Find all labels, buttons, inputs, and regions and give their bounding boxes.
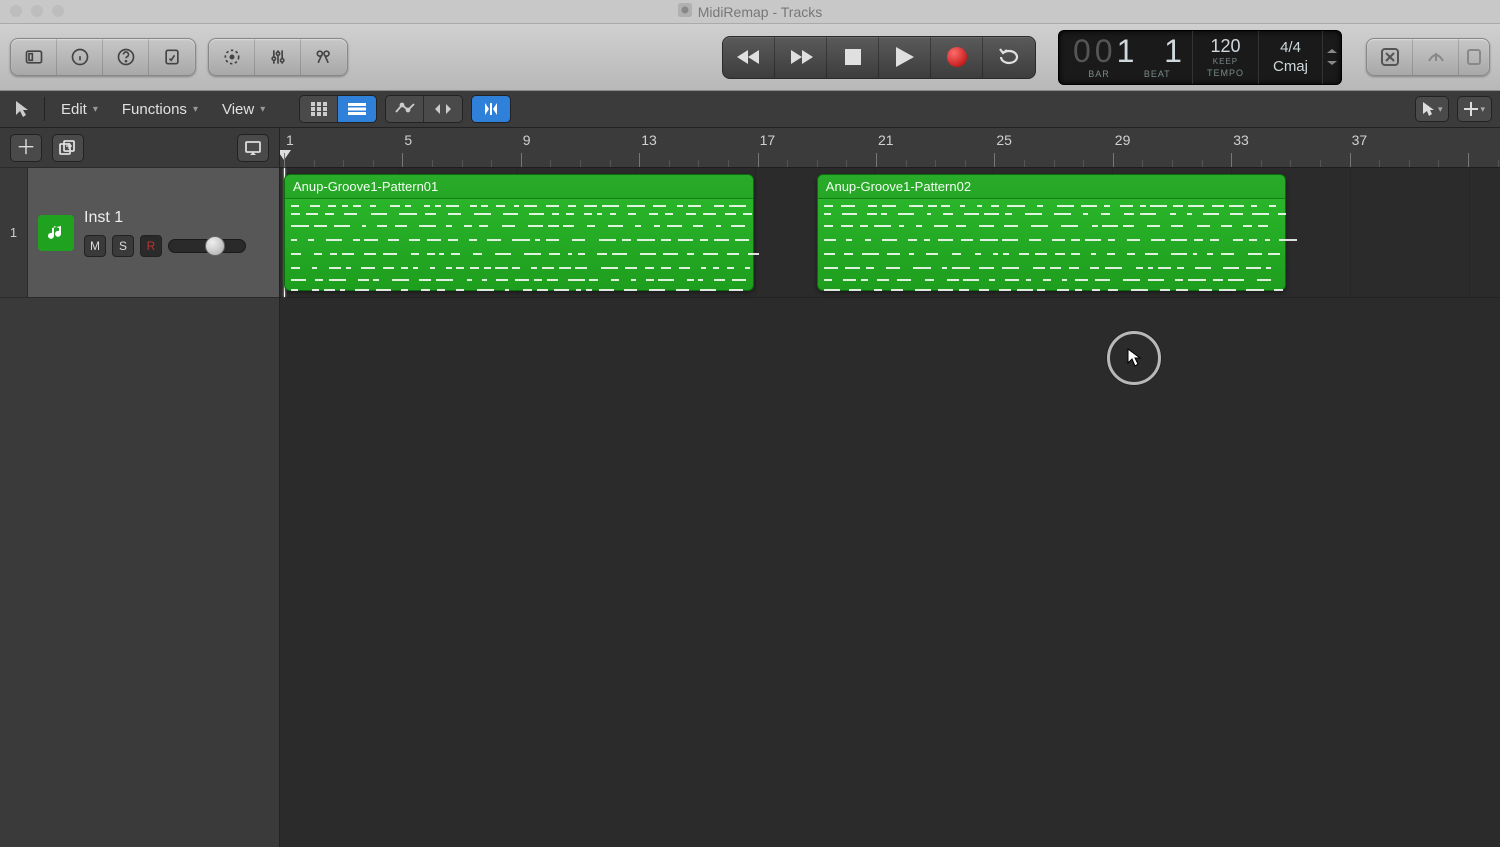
- track-name[interactable]: Inst 1: [84, 209, 246, 227]
- window-controls[interactable]: [10, 5, 64, 17]
- midi-region[interactable]: Anup-Groove1-Pattern01: [284, 174, 754, 291]
- ruler-bar-number: 29: [1115, 132, 1131, 148]
- tracks-toolbar: Edit▾ Functions▾ View▾ ▾ ▾: [0, 91, 1500, 128]
- chevron-down-icon: ▾: [93, 104, 98, 115]
- track-lane[interactable]: Anup-Groove1-Pattern01 Anup-Groove1-Patte…: [280, 168, 1500, 298]
- flex-button[interactable]: [424, 96, 462, 122]
- minimize-window-icon[interactable]: [31, 5, 43, 17]
- region-notes-preview: [822, 201, 1282, 286]
- editors-button[interactable]: [301, 39, 347, 75]
- forward-button[interactable]: [775, 37, 827, 78]
- region-title: Anup-Groove1-Pattern01: [285, 175, 753, 199]
- cmd-click-tool[interactable]: ▾: [1457, 96, 1492, 122]
- toolbar-close-button[interactable]: [1367, 39, 1413, 75]
- chevron-down-icon: ▾: [260, 104, 265, 115]
- click-indicator: [1107, 331, 1161, 385]
- ruler-bar-number: 13: [641, 132, 657, 148]
- ruler-bar-number: 21: [878, 132, 894, 148]
- inspector-button[interactable]: [57, 39, 103, 75]
- workspace: ＋ 1 Inst 1 M S R: [0, 128, 1500, 847]
- volume-slider[interactable]: [168, 239, 246, 253]
- add-track-button[interactable]: ＋: [10, 134, 42, 162]
- track-row[interactable]: 1 Inst 1 M S R: [0, 168, 279, 298]
- mixer-button[interactable]: [255, 39, 301, 75]
- stop-button[interactable]: [827, 37, 879, 78]
- record-icon: [947, 47, 967, 67]
- lcd-settings-chevron[interactable]: [1323, 31, 1341, 84]
- ruler-bar-number: 37: [1352, 132, 1368, 148]
- volume-thumb[interactable]: [205, 236, 225, 256]
- empty-arrange-area[interactable]: [280, 298, 1500, 847]
- left-click-tool[interactable]: ▾: [1415, 96, 1450, 122]
- catch-playhead-button[interactable]: [472, 96, 510, 122]
- midi-region[interactable]: Anup-Groove1-Pattern02: [817, 174, 1287, 291]
- lcd-timesig-value[interactable]: 4/4: [1280, 40, 1301, 55]
- app-title-icon: [678, 3, 692, 20]
- region-title: Anup-Groove1-Pattern02: [818, 175, 1286, 199]
- cycle-button[interactable]: [983, 37, 1035, 78]
- track-list-panel: ＋ 1 Inst 1 M S R: [0, 128, 280, 847]
- lcd-tempo-value[interactable]: 120: [1210, 37, 1240, 55]
- region-notes-preview: [289, 201, 749, 286]
- record-enable-button[interactable]: R: [140, 235, 162, 257]
- lcd-tempo-label: TEMPO: [1207, 68, 1244, 78]
- lcd-bar-label: BAR: [1088, 69, 1110, 79]
- lcd-beat-label: BEAT: [1144, 69, 1171, 79]
- main-toolbar: 001 1 BARBEAT 120 KEEP TEMPO 4/4 Cmaj: [0, 24, 1500, 91]
- arrange-area[interactable]: 1 5 9 13 17 21 25 29 33 37 Anup-Groove1-Pattern01…: [280, 128, 1500, 847]
- ruler-bar-number: 33: [1233, 132, 1249, 148]
- track-list-header: ＋: [0, 128, 279, 168]
- play-button[interactable]: [879, 37, 931, 78]
- lcd-display[interactable]: 001 1 BARBEAT 120 KEEP TEMPO 4/4 Cmaj: [1058, 30, 1342, 85]
- lcd-bar-prefix: 00: [1073, 33, 1117, 69]
- solo-button[interactable]: S: [112, 235, 134, 257]
- cursor-arrow-icon: [1126, 348, 1142, 368]
- view-buttons: [208, 38, 348, 76]
- ruler-bar-number: 25: [996, 132, 1012, 148]
- lcd-beat-value[interactable]: 1: [1164, 33, 1186, 69]
- close-window-icon[interactable]: [10, 5, 22, 17]
- quick-help-button[interactable]: [103, 39, 149, 75]
- window-title-bar: MidiRemap - Tracks: [0, 0, 1500, 24]
- lcd-key-value[interactable]: Cmaj: [1273, 59, 1308, 74]
- view-mode-segment: [299, 95, 377, 123]
- rewind-button[interactable]: [723, 37, 775, 78]
- zoom-window-icon[interactable]: [52, 5, 64, 17]
- transport-controls: [722, 36, 1036, 79]
- left-panel-buttons: [10, 38, 196, 76]
- mute-button[interactable]: M: [84, 235, 106, 257]
- bar-ruler[interactable]: 1 5 9 13 17 21 25 29 33 37: [280, 128, 1500, 168]
- grid-view-button[interactable]: [300, 96, 338, 122]
- track-list-empty-area[interactable]: [0, 298, 279, 847]
- instrument-icon[interactable]: [38, 215, 74, 251]
- ruler-bar-number: 17: [760, 132, 776, 148]
- chevron-down-icon: ▾: [1438, 104, 1443, 115]
- automation-segment: [385, 95, 463, 123]
- arrow-tool-toggle[interactable]: [8, 96, 36, 122]
- smart-controls-button[interactable]: [209, 39, 255, 75]
- ruler-bar-number: 1: [286, 132, 294, 148]
- edit-menu[interactable]: Edit▾: [53, 97, 106, 122]
- duplicate-track-button[interactable]: [52, 134, 84, 162]
- functions-menu[interactable]: Functions▾: [114, 97, 206, 122]
- list-view-button[interactable]: [338, 96, 376, 122]
- lcd-bar-value[interactable]: 1: [1117, 33, 1139, 69]
- playhead-marker[interactable]: [280, 150, 291, 160]
- toolbar-tuner-button[interactable]: [1413, 39, 1459, 75]
- view-menu[interactable]: View▾: [214, 97, 273, 122]
- ruler-bar-number: 9: [523, 132, 531, 148]
- chevron-down-icon: ▾: [193, 104, 198, 115]
- chevron-down-icon: ▾: [1480, 104, 1485, 115]
- lcd-tempo-mode[interactable]: KEEP: [1213, 57, 1238, 66]
- automation-button[interactable]: [386, 96, 424, 122]
- window-title: MidiRemap - Tracks: [698, 4, 822, 20]
- catch-segment: [471, 95, 511, 123]
- ruler-bar-number: 5: [404, 132, 412, 148]
- global-tracks-button[interactable]: [237, 134, 269, 162]
- library-button[interactable]: [11, 39, 57, 75]
- record-button[interactable]: [931, 37, 983, 78]
- toolbar-more-button[interactable]: [1459, 39, 1489, 75]
- notepad-button[interactable]: [149, 39, 195, 75]
- track-number: 1: [0, 168, 28, 297]
